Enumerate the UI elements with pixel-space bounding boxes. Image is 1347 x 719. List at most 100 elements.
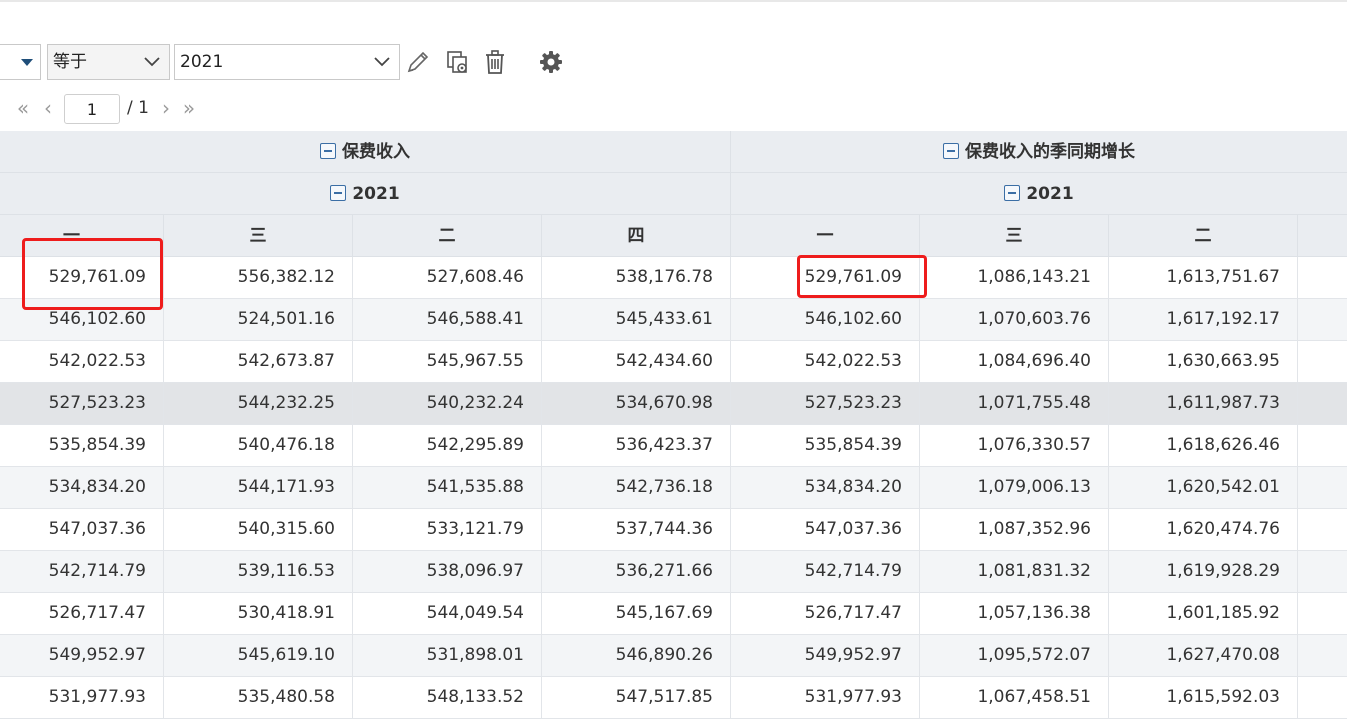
- table-row[interactable]: 531,977.93 535,480.58 548,133.52 547,517.85…: [0, 677, 1347, 719]
- table-cell[interactable]: 542,434.60: [542, 341, 731, 382]
- table-cell[interactable]: 535,480.58: [164, 677, 353, 718]
- table-cell[interactable]: 1,086,143.21: [920, 257, 1109, 298]
- table-cell[interactable]: 548,133.52: [353, 677, 542, 718]
- table-row[interactable]: 547,037.36 540,315.60 533,121.79 537,744.36…: [0, 509, 1347, 551]
- table-cell[interactable]: 1,611,987.73: [1109, 383, 1298, 424]
- table-cell[interactable]: 542,022.53: [731, 341, 920, 382]
- next-page-icon[interactable]: ›: [155, 96, 177, 122]
- table-cell[interactable]: 1,057,136.38: [920, 593, 1109, 634]
- table-cell[interactable]: 549,952.97: [0, 635, 164, 676]
- first-page-icon[interactable]: «: [12, 96, 34, 122]
- quarter-header[interactable]: 二: [353, 215, 542, 257]
- table-cell[interactable]: 541,535.88: [353, 467, 542, 508]
- table-cell[interactable]: 535,854.39: [0, 425, 164, 466]
- table-cell[interactable]: 542,714.79: [0, 551, 164, 592]
- table-cell[interactable]: 537,744.36: [542, 509, 731, 550]
- table-cell[interactable]: 1,071,755.48: [920, 383, 1109, 424]
- collapse-icon[interactable]: [1004, 185, 1021, 201]
- table-cell[interactable]: 547,037.36: [731, 509, 920, 550]
- table-cell[interactable]: 538,176.78: [542, 257, 731, 298]
- table-cell[interactable]: 536,271.66: [542, 551, 731, 592]
- table-row[interactable]: 549,952.97 545,619.10 531,898.01 546,890.26…: [0, 635, 1347, 677]
- table-cell[interactable]: 526,717.47: [0, 593, 164, 634]
- table-cell[interactable]: 1,601,185.92: [1109, 593, 1298, 634]
- table-cell[interactable]: 546,102.60: [731, 299, 920, 340]
- table-cell[interactable]: 549,952.97: [731, 635, 920, 676]
- table-cell[interactable]: 544,232.25: [164, 383, 353, 424]
- quarter-header[interactable]: 二: [1109, 215, 1298, 257]
- table-cell[interactable]: 1,620,474.76: [1109, 509, 1298, 550]
- table-cell[interactable]: 1,615,592.03: [1109, 677, 1298, 718]
- table-cell[interactable]: 534,834.20: [731, 467, 920, 508]
- operator-select[interactable]: 等于: [47, 44, 170, 80]
- table-row[interactable]: 535,854.39 540,476.18 542,295.89 536,423.37…: [0, 425, 1347, 467]
- copy-settings-icon[interactable]: [444, 48, 472, 76]
- table-cell[interactable]: 527,608.46: [353, 257, 542, 298]
- table-cell[interactable]: 547,037.36: [0, 509, 164, 550]
- table-row[interactable]: 542,714.79 539,116.53 538,096.97 536,271.66…: [0, 551, 1347, 593]
- quarter-header[interactable]: 一: [731, 215, 920, 257]
- group-header-premium[interactable]: 保费收入: [0, 131, 731, 173]
- year-header[interactable]: 2021: [0, 173, 731, 215]
- table-cell[interactable]: 546,102.60: [0, 299, 164, 340]
- table-cell[interactable]: 542,022.53: [0, 341, 164, 382]
- table-cell[interactable]: 1,618,626.46: [1109, 425, 1298, 466]
- quarter-header[interactable]: 三: [164, 215, 353, 257]
- table-cell[interactable]: 540,315.60: [164, 509, 353, 550]
- value-select[interactable]: 2021: [174, 44, 400, 80]
- year-header[interactable]: 2021: [731, 173, 1347, 215]
- table-row[interactable]: 529,761.09 556,382.12 527,608.46 538,176.78…: [0, 257, 1347, 299]
- table-cell[interactable]: 535,854.39: [731, 425, 920, 466]
- table-cell[interactable]: 540,232.24: [353, 383, 542, 424]
- table-cell[interactable]: 527,523.23: [731, 383, 920, 424]
- last-page-icon[interactable]: »: [178, 96, 200, 122]
- collapse-icon[interactable]: [943, 143, 959, 159]
- collapse-icon[interactable]: [330, 185, 347, 201]
- table-cell[interactable]: 1,087,352.96: [920, 509, 1109, 550]
- table-row[interactable]: 542,022.53 542,673.87 545,967.55 542,434.60…: [0, 341, 1347, 383]
- table-cell[interactable]: 531,977.93: [0, 677, 164, 718]
- table-cell[interactable]: 534,834.20: [0, 467, 164, 508]
- table-cell[interactable]: 1,627,470.08: [1109, 635, 1298, 676]
- table-cell[interactable]: 1,081,831.32: [920, 551, 1109, 592]
- table-cell[interactable]: 1,617,192.17: [1109, 299, 1298, 340]
- table-cell[interactable]: 546,890.26: [542, 635, 731, 676]
- table-row[interactable]: 546,102.60 524,501.16 546,588.41 545,433.61…: [0, 299, 1347, 341]
- table-cell[interactable]: 1,095,572.07: [920, 635, 1109, 676]
- table-cell[interactable]: 542,714.79: [731, 551, 920, 592]
- quarter-header[interactable]: 三: [920, 215, 1109, 257]
- table-cell[interactable]: 538,096.97: [353, 551, 542, 592]
- quarter-header[interactable]: 四: [542, 215, 731, 257]
- trash-icon[interactable]: [481, 48, 509, 76]
- table-cell[interactable]: 526,717.47: [731, 593, 920, 634]
- table-cell[interactable]: 545,967.55: [353, 341, 542, 382]
- table-cell[interactable]: 531,977.93: [731, 677, 920, 718]
- table-cell[interactable]: 524,501.16: [164, 299, 353, 340]
- table-cell[interactable]: 529,761.09: [0, 257, 164, 298]
- table-cell[interactable]: 533,121.79: [353, 509, 542, 550]
- table-cell[interactable]: 527,523.23: [0, 383, 164, 424]
- table-cell[interactable]: 1,067,458.51: [920, 677, 1109, 718]
- table-cell[interactable]: 545,619.10: [164, 635, 353, 676]
- table-cell[interactable]: 544,171.93: [164, 467, 353, 508]
- table-cell[interactable]: 1,619,928.29: [1109, 551, 1298, 592]
- table-cell[interactable]: 1,079,006.13: [920, 467, 1109, 508]
- pencil-icon[interactable]: [404, 48, 432, 76]
- quarter-header[interactable]: 一: [0, 215, 164, 257]
- field-select[interactable]: [0, 44, 41, 80]
- table-cell[interactable]: 1,630,663.95: [1109, 341, 1298, 382]
- table-row[interactable]: 534,834.20 544,171.93 541,535.88 542,736.18…: [0, 467, 1347, 509]
- table-cell[interactable]: 536,423.37: [542, 425, 731, 466]
- collapse-icon[interactable]: [320, 143, 336, 159]
- table-cell[interactable]: 529,761.09: [731, 257, 920, 298]
- table-cell[interactable]: 546,588.41: [353, 299, 542, 340]
- table-row[interactable]: 527,523.23 544,232.25 540,232.24 534,670.98…: [0, 383, 1347, 425]
- table-cell[interactable]: 530,418.91: [164, 593, 353, 634]
- table-cell[interactable]: 544,049.54: [353, 593, 542, 634]
- table-cell[interactable]: 1,620,542.01: [1109, 467, 1298, 508]
- table-cell[interactable]: 542,673.87: [164, 341, 353, 382]
- table-row[interactable]: 526,717.47 530,418.91 544,049.54 545,167.69…: [0, 593, 1347, 635]
- prev-page-icon[interactable]: ‹: [37, 96, 59, 122]
- table-cell[interactable]: 1,070,603.76: [920, 299, 1109, 340]
- table-cell[interactable]: 539,116.53: [164, 551, 353, 592]
